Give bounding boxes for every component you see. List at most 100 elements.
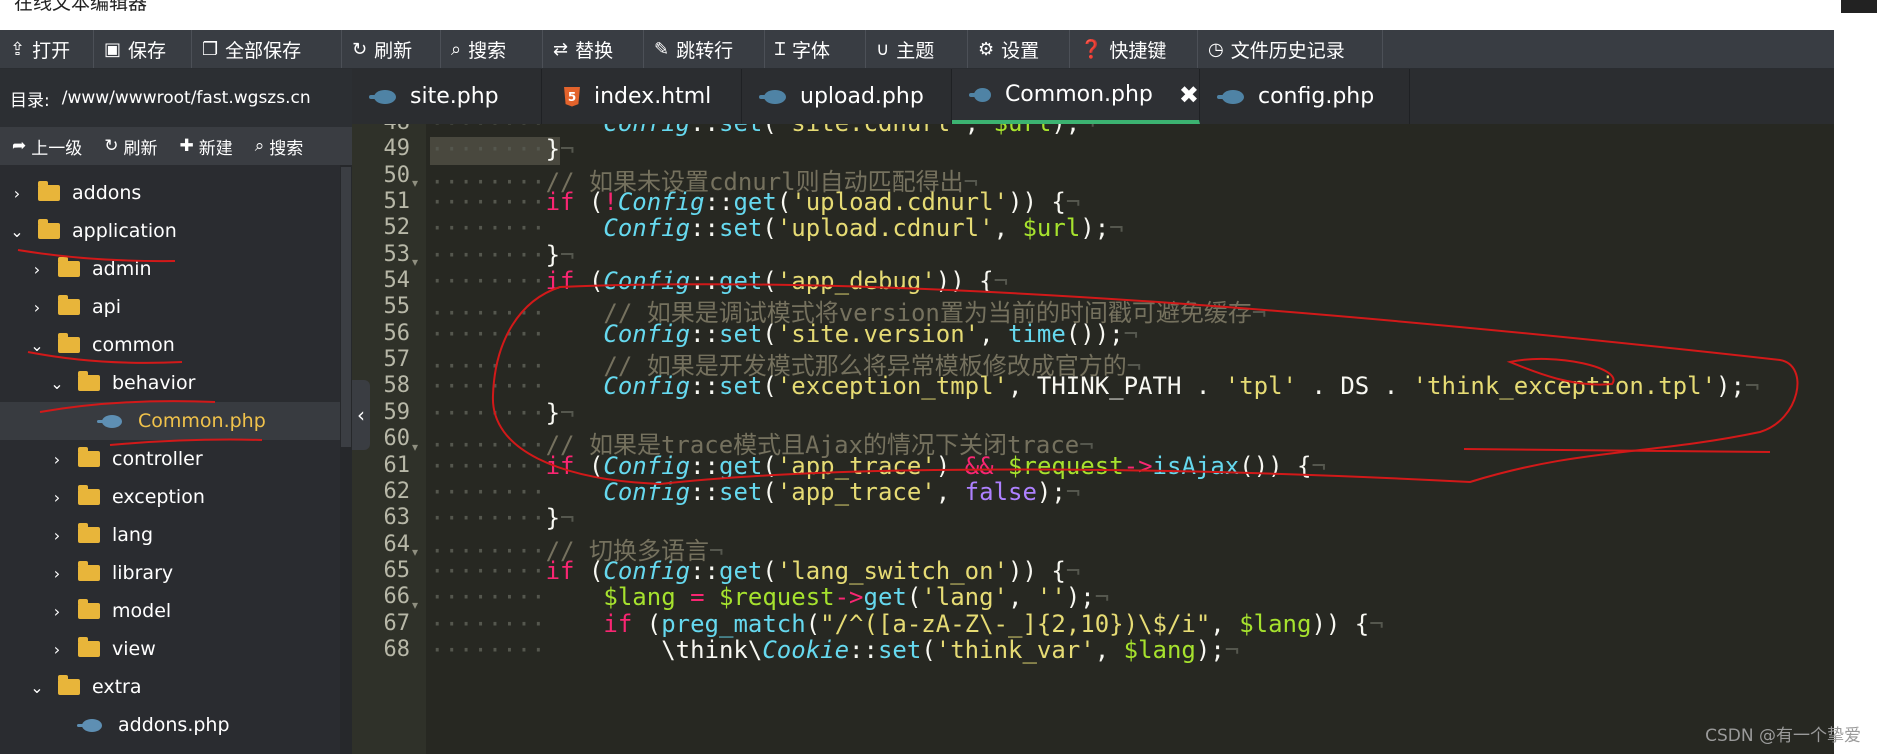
tree-refresh-button[interactable]: ↻ 刷新 xyxy=(92,134,167,159)
tab-common-php[interactable]: Common.php ✖ xyxy=(952,69,1200,124)
tree-item-admin[interactable]: › admin xyxy=(0,250,340,288)
code-line-56: ········ Config::set('site.version', tim… xyxy=(430,320,1139,348)
file-history-button[interactable]: ◷ 文件历史记录 xyxy=(1198,30,1383,68)
code-line-65: ········if (Config::get('lang_switch_on'… xyxy=(430,557,1081,585)
goto-line-button[interactable]: ✎ 跳转行 xyxy=(644,30,765,68)
tab-config-php[interactable]: config.php xyxy=(1200,69,1410,124)
plus-icon: ✚ xyxy=(179,136,194,156)
theme-button[interactable]: ∪ 主题 xyxy=(866,30,968,68)
line-number: 53 xyxy=(383,242,411,267)
line-number: 68 xyxy=(383,637,411,662)
line-number: 56 xyxy=(383,321,411,346)
chevron-right-icon: › xyxy=(53,449,61,469)
magnet-icon: ∪ xyxy=(876,38,890,60)
line-number: 65 xyxy=(383,558,411,583)
tree-item-common-php[interactable]: Common.php xyxy=(0,402,340,440)
code-editor[interactable]: 48 49 50 51 52 53 54 55 56 57 58 59 60 6… xyxy=(352,124,1834,754)
tree-item-lang[interactable]: › lang xyxy=(0,516,340,554)
sidebar-collapse-button[interactable]: ‹ xyxy=(352,380,370,450)
close-tab-icon[interactable]: ✖ xyxy=(1179,81,1199,109)
tree-item-view[interactable]: › view xyxy=(0,630,340,668)
folder-icon xyxy=(38,181,60,201)
tree-item-exception[interactable]: › exception xyxy=(0,478,340,516)
line-number: 52 xyxy=(383,215,411,240)
code-line-67: ········ if (preg_match("/^([a-zA-Z\-_]{… xyxy=(430,610,1384,638)
folder-icon xyxy=(58,333,80,353)
chevron-down-icon: ⌄ xyxy=(50,373,64,393)
refresh-icon: ↻ xyxy=(352,38,368,60)
code-line-53: ········}¬ xyxy=(430,241,575,269)
text-cursor-icon: Ɪ xyxy=(775,39,786,60)
php-elephant-icon xyxy=(759,89,786,104)
directory-path[interactable]: /www/wwwroot/fast.wgszs.cn xyxy=(62,88,311,108)
php-file-icon xyxy=(77,718,102,732)
folder-icon xyxy=(78,599,100,619)
refresh-button[interactable]: ↻ 刷新 xyxy=(342,30,441,68)
tree-item-extra[interactable]: ⌄ extra xyxy=(0,668,340,706)
save-all-button[interactable]: ❐ 全部保存 xyxy=(192,30,342,68)
fold-arrow-icon[interactable]: ▾ xyxy=(412,598,418,612)
tree-search-button[interactable]: ⌕ 搜索 xyxy=(243,134,314,159)
chevron-right-icon: › xyxy=(53,601,61,621)
php-elephant-icon xyxy=(1217,89,1244,104)
tree-item-behavior[interactable]: ⌄ behavior xyxy=(0,364,340,402)
window-title: 在线文本编辑器 xyxy=(14,0,148,14)
font-button[interactable]: Ɪ 字体 xyxy=(765,30,866,68)
replace-icon: ⇄ xyxy=(553,38,569,60)
code-line-59: ········}¬ xyxy=(430,399,575,427)
page-right-margin xyxy=(1834,30,1877,754)
tree-item-common[interactable]: ⌄ common xyxy=(0,326,340,364)
chevron-down-icon: ⌄ xyxy=(30,677,44,697)
folder-icon xyxy=(78,447,100,467)
question-icon: ❓ xyxy=(1080,38,1103,60)
search-icon: ⌕ xyxy=(254,136,265,156)
directory-label: 目录: xyxy=(10,90,50,111)
chevron-left-icon: ‹ xyxy=(357,403,365,427)
tree-item-addons-php[interactable]: addons.php xyxy=(0,706,340,744)
php-file-icon xyxy=(97,414,122,428)
refresh-icon: ↻ xyxy=(104,136,119,156)
php-elephant-icon xyxy=(369,89,396,104)
search-button[interactable]: ⌕ 搜索 xyxy=(441,30,543,68)
tree-item-model[interactable]: › model xyxy=(0,592,340,630)
directory-bar: 目录: /www/wwwroot/fast.wgszs.cn xyxy=(0,69,352,127)
tree-item-controller[interactable]: › controller xyxy=(0,440,340,478)
gear-icon: ⚙ xyxy=(978,38,995,60)
tab-index-html[interactable]: 5 index.html xyxy=(542,69,742,124)
code-line-61: ········if (Config::get('app_trace') && … xyxy=(430,452,1326,480)
chevron-down-icon: ⌄ xyxy=(10,221,24,241)
file-tree: › addons ⌄ application › admin › api ⌄ common… xyxy=(0,165,340,754)
up-level-button[interactable]: ➦ 上一级 xyxy=(0,134,92,159)
code-line-62: ········ Config::set('app_trace', false)… xyxy=(430,478,1081,506)
code-line-58: ········ Config::set('exception_tmpl', T… xyxy=(430,372,1760,400)
open-button[interactable]: ⇪ 打开 xyxy=(0,30,94,68)
toolbar: ⇪ 打开 ▣ 保存 ❐ 全部保存 ↻ 刷新 ⌕ 搜索 ⇄ 替换 ✎ 跳转行 Ɪ 字体 ∪ 主题 ⚙… xyxy=(0,30,1834,69)
window-corner xyxy=(1841,0,1877,13)
tree-item-library[interactable]: › library xyxy=(0,554,340,592)
fold-arrow-icon[interactable]: ▾ xyxy=(412,440,418,454)
chevron-right-icon: › xyxy=(33,259,41,279)
editor-tabs: site.php 5 index.html upload.php Common.p… xyxy=(352,69,1834,124)
folder-icon xyxy=(78,637,100,657)
line-number: 49 xyxy=(383,136,411,161)
sidebar-scroll-thumb[interactable] xyxy=(341,167,351,447)
watermark: CSDN @有一个挚爱 xyxy=(1705,726,1861,746)
tab-site-php[interactable]: site.php xyxy=(352,69,542,124)
settings-button[interactable]: ⚙ 设置 xyxy=(968,30,1070,68)
chevron-right-icon: › xyxy=(53,563,61,583)
save-button[interactable]: ▣ 保存 xyxy=(94,30,192,68)
upload-icon: ⇪ xyxy=(10,38,26,60)
replace-button[interactable]: ⇄ 替换 xyxy=(543,30,644,68)
tab-upload-php[interactable]: upload.php xyxy=(742,69,952,124)
tree-item-api[interactable]: › api xyxy=(0,288,340,326)
sidebar-scrollbar[interactable] xyxy=(340,165,352,754)
shortcuts-button[interactable]: ❓ 快捷键 xyxy=(1070,30,1198,68)
chevron-right-icon: › xyxy=(13,183,21,203)
pin-icon: ✎ xyxy=(654,38,670,60)
new-file-button[interactable]: ✚ 新建 xyxy=(168,134,243,159)
tree-item-addons[interactable]: › addons xyxy=(0,174,340,212)
fold-arrow-icon[interactable]: ▾ xyxy=(412,255,418,269)
fold-arrow-icon[interactable]: ▾ xyxy=(412,176,418,190)
fold-arrow-icon[interactable]: ▾ xyxy=(412,545,418,559)
tree-item-application[interactable]: ⌄ application xyxy=(0,212,340,250)
